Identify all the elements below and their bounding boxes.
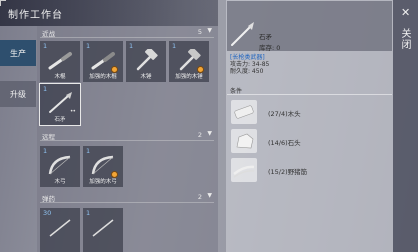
header-bar: 制作工作台 bbox=[0, 0, 218, 26]
recipe-slot-reinforced-hammer[interactable]: 1 加强的木锤 bbox=[169, 41, 209, 82]
durability-stat: 耐久度: 450 bbox=[230, 68, 264, 75]
sinew-icon bbox=[231, 158, 257, 182]
close-button-label[interactable]: 关闭 bbox=[399, 28, 412, 50]
arrow-icon bbox=[49, 219, 71, 237]
close-icon[interactable]: ✕ bbox=[401, 6, 410, 19]
page-title: 制作工作台 bbox=[8, 10, 63, 21]
chevron-down-icon[interactable]: ▼ bbox=[207, 27, 212, 34]
slot-label: 加强的木弓 bbox=[89, 179, 117, 185]
chevron-down-icon[interactable]: ▼ bbox=[207, 130, 212, 137]
stick-icon bbox=[48, 52, 72, 70]
detail-panel: 石矛 库存: 0 [长枪类武器] 攻击力: 34-85 耐久度: 450 条件 … bbox=[226, 0, 393, 252]
slot-label: 加强的木棍 bbox=[89, 74, 117, 80]
recipe-slot-arrow-2[interactable]: 1 bbox=[83, 208, 123, 252]
material-row-wood: (27/4)木头 bbox=[227, 98, 392, 126]
recipe-slot-reinforced-bow[interactable]: 1 加强的木弓 bbox=[83, 146, 123, 187]
recipe-slot-reinforced-stick[interactable]: 1 加强的木棍 bbox=[83, 41, 123, 82]
category-count: 2 bbox=[197, 131, 202, 139]
material-row-boar-sinew: (15/2)野猪筋 bbox=[227, 156, 392, 184]
selected-item-card: 石矛 库存: 0 bbox=[227, 1, 392, 52]
close-panel[interactable]: ✕ 关闭 bbox=[393, 0, 418, 252]
slot-label: 加强的木锤 bbox=[175, 74, 203, 80]
slot-label: 木棍 bbox=[54, 74, 66, 80]
category-name: 弹药 bbox=[42, 195, 55, 203]
material-requirement: (27/4)木头 bbox=[268, 110, 301, 118]
category-count: 2 bbox=[197, 193, 202, 201]
slot-label: 石矛 bbox=[54, 117, 66, 123]
crafting-screen: 制作工作台 生产 升级 近战 5 ▼ 1 木棍 1 加强的木棍 1 木锤 1 加… bbox=[0, 0, 418, 252]
material-row-stone: (14/6)石头 bbox=[227, 127, 392, 155]
header-corner-decoration bbox=[0, 0, 6, 6]
slot-label: 木弓 bbox=[54, 179, 66, 185]
material-requirement: (15/2)野猪筋 bbox=[268, 168, 308, 176]
chevron-down-icon[interactable]: ▼ bbox=[207, 192, 212, 199]
more-dots-icon: •• bbox=[69, 108, 76, 115]
slot-label: 木锤 bbox=[140, 74, 152, 80]
recipe-slot-wooden-hammer[interactable]: 1 木锤 bbox=[126, 41, 166, 82]
hammer-icon bbox=[136, 49, 158, 71]
category-count: 5 bbox=[197, 28, 202, 36]
category-melee[interactable]: 近战 5 ▼ bbox=[40, 27, 214, 38]
materials-header: 条件 bbox=[227, 85, 392, 95]
recipe-list[interactable]: 近战 5 ▼ 1 木棍 1 加强的木棍 1 木锤 1 加强的木锤 1 •• 石矛… bbox=[37, 26, 218, 252]
recipe-slot-arrow[interactable]: 30 bbox=[40, 208, 80, 252]
wood-icon bbox=[231, 100, 257, 124]
material-requirement: (14/6)石头 bbox=[268, 139, 301, 147]
selected-item-stock: 库存: 0 bbox=[259, 44, 281, 52]
selected-item-name: 石矛 bbox=[259, 33, 272, 41]
tab-upgrade[interactable]: 升级 bbox=[0, 81, 36, 107]
category-name: 近战 bbox=[42, 30, 55, 38]
category-ammo[interactable]: 弹药 2 ▼ bbox=[40, 192, 214, 203]
recipe-slot-wooden-stick[interactable]: 1 木棍 bbox=[40, 41, 80, 82]
arrow-icon bbox=[92, 219, 114, 237]
bow-icon bbox=[48, 155, 71, 175]
stone-icon bbox=[231, 129, 257, 153]
spear-icon bbox=[231, 22, 254, 46]
recipe-slot-stone-spear[interactable]: 1 •• 石矛 bbox=[39, 83, 81, 126]
category-name: 远程 bbox=[42, 133, 55, 141]
category-ranged[interactable]: 远程 2 ▼ bbox=[40, 130, 214, 141]
recipe-slot-wooden-bow[interactable]: 1 木弓 bbox=[40, 146, 80, 187]
materials-header-label: 条件 bbox=[230, 88, 243, 95]
tab-production[interactable]: 生产 bbox=[0, 40, 36, 66]
item-stats: [长枪类武器] 攻击力: 34-85 耐久度: 450 bbox=[227, 54, 392, 82]
